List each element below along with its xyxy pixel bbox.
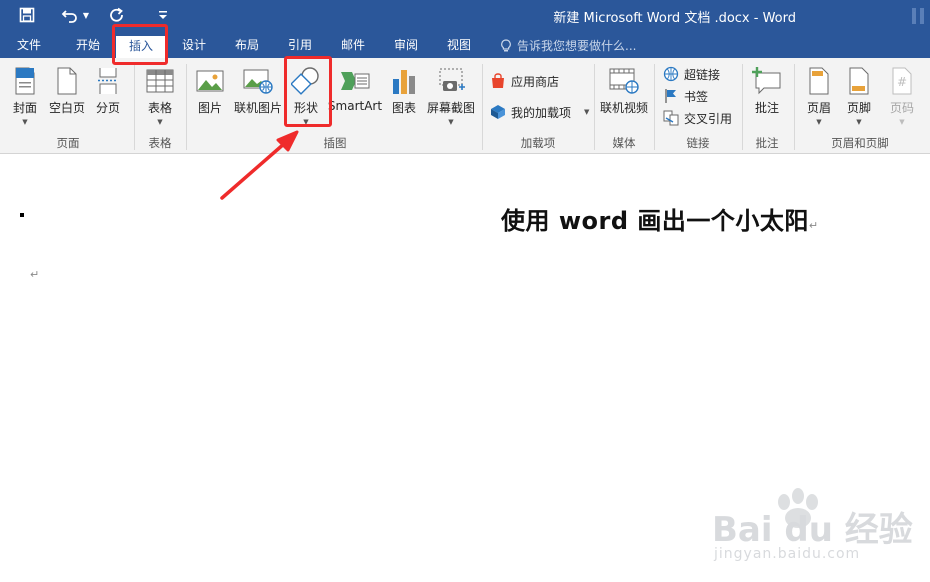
baidu-jingyan-watermark: Bai du 经验 jingyan.baidu.com [700,482,913,572]
watermark-brand: Bai du 经验 [712,510,913,550]
watermark-url: jingyan.baidu.com [714,546,861,562]
